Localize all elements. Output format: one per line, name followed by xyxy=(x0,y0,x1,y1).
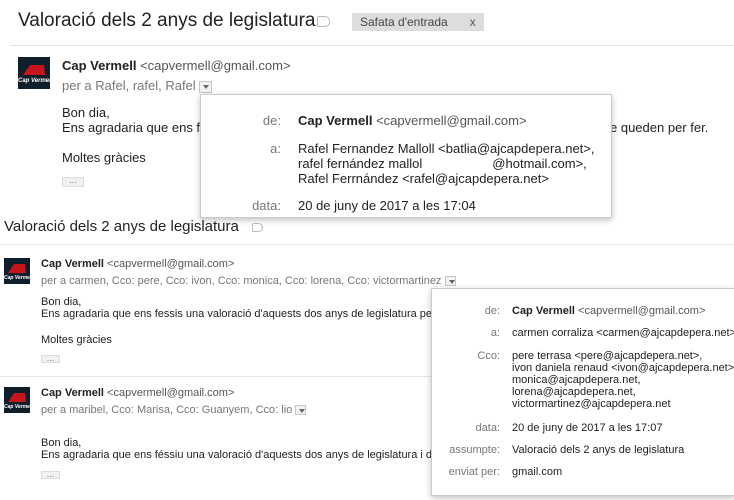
remove-label-icon[interactable]: x xyxy=(470,15,476,29)
body-line: Ens agradaria que ens fe xyxy=(62,120,208,135)
show-details-dropdown-icon[interactable] xyxy=(199,80,213,93)
body-thanks-2: Moltes gràcies xyxy=(41,334,112,346)
show-trimmed-content-button[interactable]: ... xyxy=(41,354,60,363)
date-label: data: xyxy=(475,422,500,434)
cco-value: pere terrasa <pere@ajcapdepera.net>, ivo… xyxy=(512,350,734,410)
divider xyxy=(10,45,734,46)
label-icon[interactable] xyxy=(317,16,330,27)
body-line-2: Ens agradaria que ens fessis una valorac… xyxy=(41,308,450,320)
to-value: carmen corraliza <carmen@ajcapdepera.net… xyxy=(512,327,734,339)
subject-label: assumpte: xyxy=(449,444,500,456)
body-greeting-2: Bon dia, xyxy=(41,296,82,308)
body-line-tail: e queden per fer. xyxy=(610,120,709,135)
from-label: de: xyxy=(484,305,500,317)
thread-subject: Valoració dels 2 anys de legislatura xyxy=(18,10,316,31)
cco-label: Cco: xyxy=(477,350,500,362)
recipients-line-2: per a carmen, Cco: pere, Cco: ivon, Cco:… xyxy=(41,275,456,287)
from-value: Cap Vermell <capvermell@gmail.com> xyxy=(298,113,527,128)
to-label: a: xyxy=(490,327,500,339)
sender-email: <capvermell@gmail.com> xyxy=(140,58,291,73)
divider-3 xyxy=(0,376,434,377)
show-details-dropdown-icon[interactable] xyxy=(295,405,307,416)
body-thanks: Moltes gràcies xyxy=(62,150,146,165)
sender-details-popup: de: Cap Vermell <capvermell@gmail.com> a… xyxy=(200,94,612,218)
label-icon-2[interactable] xyxy=(252,223,263,232)
body-greeting-3: Bon dia, xyxy=(41,437,82,449)
show-trimmed-content-button[interactable]: ... xyxy=(41,470,60,479)
logo-cap-icon xyxy=(23,65,45,75)
sender-3[interactable]: Cap Vermell <capvermell@gmail.com> xyxy=(41,387,234,399)
body-line-3: Ens agradaria que ens féssiu una valorac… xyxy=(41,449,447,461)
logo-text: Cap Vermell xyxy=(4,275,33,281)
recipients-line-3: per a maribel, Cco: Marisa, Cco: Guanyem… xyxy=(41,404,307,416)
date-label: data: xyxy=(252,198,281,213)
sender[interactable]: Cap Vermell <capvermell@gmail.com> xyxy=(62,58,291,73)
sender-name: Cap Vermell xyxy=(62,58,137,73)
avatar: Cap Vermell xyxy=(18,57,53,89)
to-label: a: xyxy=(270,141,281,156)
show-trimmed-content-button[interactable]: ... xyxy=(62,176,84,187)
divider-2 xyxy=(0,244,734,245)
from-label: de: xyxy=(262,113,281,128)
sender-2[interactable]: Cap Vermell <capvermell@gmail.com> xyxy=(41,258,234,270)
date-value: 20 de juny de 2017 a les 17:04 xyxy=(298,198,476,213)
thread-subject-2: Valoració dels 2 anys de legislatura xyxy=(4,218,239,235)
from-value: Cap Vermell <capvermell@gmail.com> xyxy=(512,305,706,317)
via-value: gmail.com xyxy=(512,466,563,478)
subject-value: Valoració dels 2 anys de legislatura xyxy=(512,444,685,456)
show-details-dropdown-icon[interactable] xyxy=(444,276,456,287)
logo-text: Cap Vermell xyxy=(18,78,53,84)
recipients-line: per a Rafel, rafel, Rafel xyxy=(62,78,213,93)
avatar-3: Cap Vermell xyxy=(4,387,33,413)
avatar-2: Cap Vermell xyxy=(4,258,33,284)
date-value: 20 de juny de 2017 a les 17:07 xyxy=(512,422,663,434)
inbox-label-chip[interactable]: Safata d'entrada x xyxy=(352,13,484,31)
sender-details-popup-2: de: Cap Vermell <capvermell@gmail.com> a… xyxy=(431,288,734,496)
to-value: Rafel Fernandez Malloll <batlia@ajcapdep… xyxy=(298,141,595,186)
logo-text: Cap Vermell xyxy=(4,404,33,410)
via-label: enviat per: xyxy=(448,466,500,478)
body-greeting: Bon dia, xyxy=(62,105,110,120)
